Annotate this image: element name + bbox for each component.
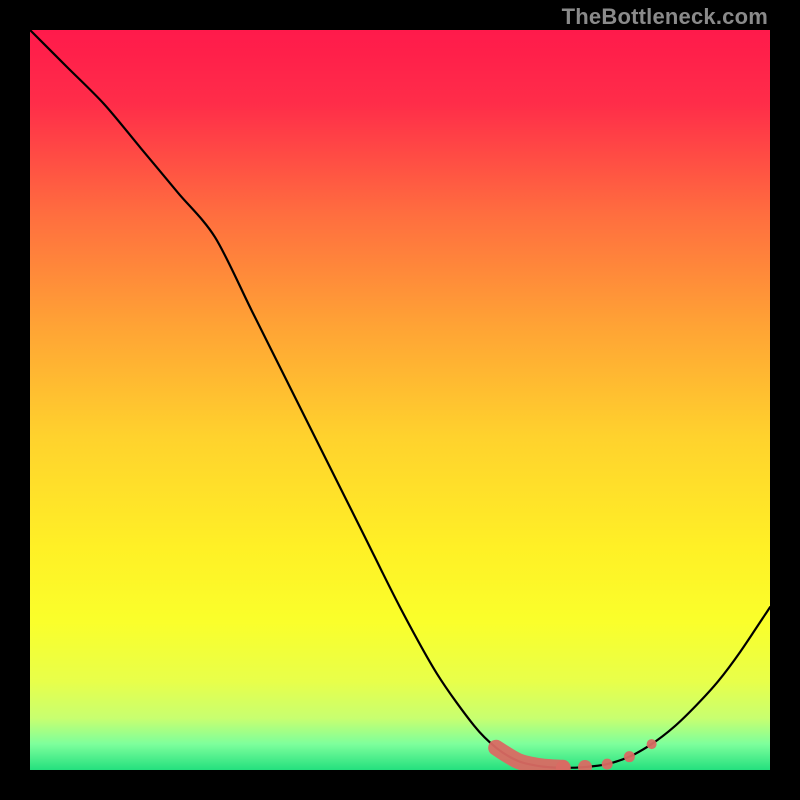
plot-area [30,30,770,770]
gradient-background [30,30,770,770]
chart-container: TheBottleneck.com [0,0,800,800]
chart-svg [30,30,770,770]
watermark-text: TheBottleneck.com [562,4,768,30]
